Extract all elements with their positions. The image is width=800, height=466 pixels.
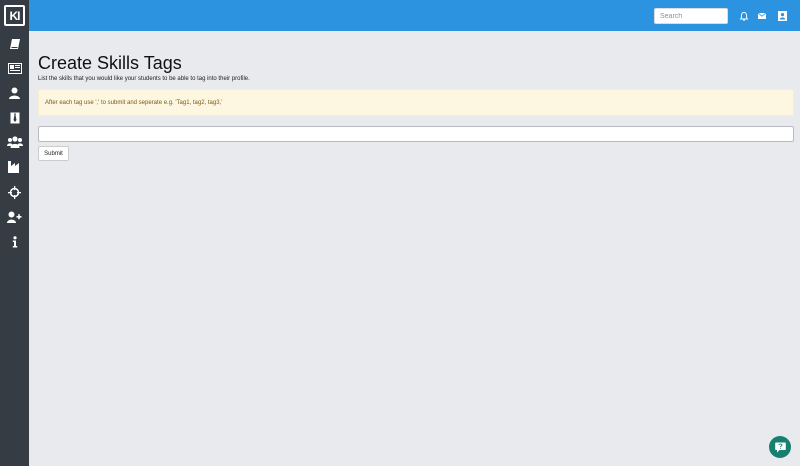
sidebar-item-newspaper[interactable]: [0, 57, 29, 79]
search-input[interactable]: [654, 8, 728, 24]
bell-icon: [740, 11, 748, 21]
sidebar-item-add-user[interactable]: [0, 206, 29, 228]
user-icon: [9, 87, 20, 99]
messages-button[interactable]: [756, 10, 768, 22]
newspaper-icon: [7, 62, 22, 74]
info-alert: After each tag use ',' to submit and sep…: [38, 89, 794, 116]
sidebar-item-crosshairs[interactable]: [0, 181, 29, 203]
sidebar: KI: [0, 0, 29, 466]
users-icon: [6, 136, 23, 148]
help-chat-icon: [774, 442, 786, 452]
sidebar-item-users[interactable]: [0, 131, 29, 153]
sidebar-item-book[interactable]: [0, 33, 29, 55]
app-logo[interactable]: KI: [4, 5, 25, 26]
page-subtitle: List the skills that you would like your…: [38, 76, 250, 82]
sidebar-item-user[interactable]: [0, 82, 29, 104]
logo-text: KI: [6, 7, 23, 24]
sidebar-item-tie[interactable]: [0, 107, 29, 129]
profile-card-icon: [777, 11, 787, 21]
skills-tags-input[interactable]: [38, 126, 794, 142]
sidebar-item-industry[interactable]: [0, 156, 29, 178]
page-title: Create Skills Tags: [38, 53, 182, 73]
crosshairs-icon: [8, 185, 21, 199]
book-icon: [9, 39, 20, 49]
notifications-button[interactable]: [738, 10, 750, 22]
tie-icon: [10, 112, 19, 124]
envelope-icon: [758, 13, 766, 19]
submit-button[interactable]: Submit: [38, 146, 69, 161]
help-chat-button[interactable]: [769, 436, 791, 458]
industry-icon: [8, 161, 19, 173]
sidebar-item-info[interactable]: [0, 231, 29, 253]
user-plus-icon: [7, 211, 22, 223]
profile-button[interactable]: [776, 10, 788, 22]
info-icon: [12, 236, 17, 248]
